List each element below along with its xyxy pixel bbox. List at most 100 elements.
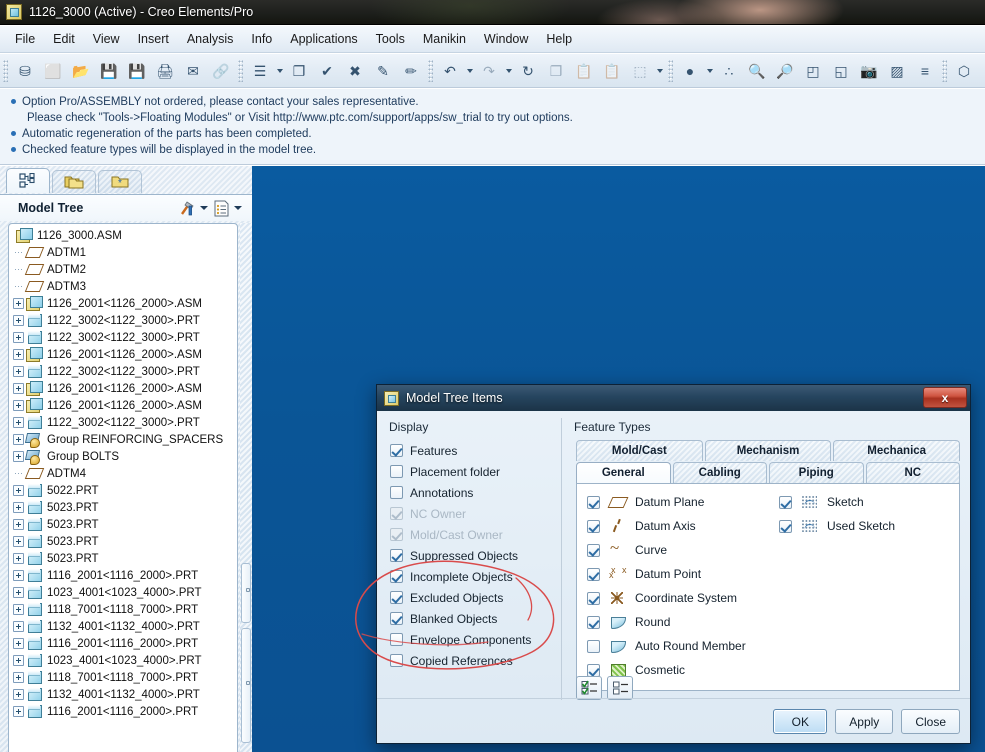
toolbar-grip[interactable] [238, 59, 243, 82]
tree-row[interactable]: 1122_3002<1122_3000>.PRT [9, 414, 237, 431]
feature-type-row[interactable]: Coordinate System [587, 586, 768, 610]
checkbox-datum-plane[interactable] [587, 495, 600, 509]
display-option-row[interactable]: Copied References [390, 650, 557, 671]
print-icon[interactable]: 🖨 [152, 58, 178, 84]
model-tree-filter-icon[interactable]: ☰ [247, 58, 273, 84]
close-icon[interactable]: x [923, 387, 967, 408]
expand-icon[interactable] [13, 604, 24, 615]
feature-type-row[interactable]: Datum Point [587, 562, 768, 586]
tree-row[interactable]: Group REINFORCING_SPACERS [9, 431, 237, 448]
folder-browser-tab[interactable] [52, 170, 96, 193]
expand-icon[interactable] [13, 400, 24, 411]
checkbox-cosmetic[interactable] [587, 663, 600, 677]
tree-row[interactable]: 5022.PRT [9, 482, 237, 499]
tree-row[interactable]: 1116_2001<1116_2000>.PRT [9, 567, 237, 584]
tree-row[interactable]: Group BOLTS [9, 448, 237, 465]
checkbox-round[interactable] [587, 615, 600, 629]
expand-icon[interactable] [13, 689, 24, 700]
new-session-icon[interactable]: ⛁ [12, 58, 38, 84]
model-tree-filter-dropdown-icon[interactable] [274, 58, 285, 84]
tree-row[interactable]: ⋯ ADTM1 [9, 244, 237, 261]
undo-icon[interactable]: ↶ [437, 58, 463, 84]
feature-type-row[interactable]: Used Sketch [779, 514, 959, 538]
display-option-row[interactable]: Incomplete Objects [390, 566, 557, 587]
tree-display-icon[interactable] [210, 198, 232, 218]
close-button[interactable]: Close [901, 709, 960, 734]
appearance-icon[interactable]: ▨ [884, 58, 910, 84]
expand-icon[interactable] [13, 502, 24, 513]
checkbox-copied-references[interactable] [390, 654, 403, 667]
menu-window[interactable]: Window [475, 29, 537, 49]
undo-dropdown-icon[interactable] [464, 58, 475, 84]
menu-insert[interactable]: Insert [129, 29, 178, 49]
annotate-icon[interactable]: ✎ [370, 58, 396, 84]
expand-icon[interactable] [13, 485, 24, 496]
tree-row[interactable]: 1023_4001<1023_4000>.PRT [9, 652, 237, 669]
uncheck-all-button[interactable] [607, 676, 633, 700]
checkbox-auto-round-member[interactable] [587, 639, 600, 653]
tree-row[interactable]: 5023.PRT [9, 499, 237, 516]
checkbox-features[interactable] [390, 444, 403, 457]
tree-row[interactable]: 5023.PRT [9, 533, 237, 550]
tree-row[interactable]: 1132_4001<1132_4000>.PRT [9, 618, 237, 635]
checkbox-excluded-objects[interactable] [390, 591, 403, 604]
expand-icon[interactable] [13, 621, 24, 632]
expand-icon[interactable] [13, 587, 24, 598]
menu-info[interactable]: Info [242, 29, 281, 49]
erase-icon[interactable]: ✏ [398, 58, 424, 84]
expand-icon[interactable] [13, 349, 24, 360]
scrollbar-track-upper[interactable] [241, 563, 251, 623]
model-tree[interactable]: 1126_3000.ASM ⋯ ADTM1 ⋯ ADTM2 ⋯ ADTM3 1126_2001… [8, 223, 238, 752]
display-option-row[interactable]: Excluded Objects [390, 587, 557, 608]
layers-icon[interactable]: ≡ [912, 58, 938, 84]
zoom-in-icon[interactable]: 🔍 [744, 58, 770, 84]
feature-type-row[interactable]: Datum Axis [587, 514, 768, 538]
scrollbar-thumb[interactable] [241, 628, 251, 743]
display-option-row[interactable]: Features [390, 440, 557, 461]
expand-icon[interactable] [13, 315, 24, 326]
spin-center-icon[interactable]: ⬡ [951, 58, 977, 84]
activate-window-icon[interactable]: ✔ [314, 58, 340, 84]
feature-type-row[interactable]: Curve [587, 538, 768, 562]
tree-row[interactable]: 1122_3002<1122_3000>.PRT [9, 329, 237, 346]
checkbox-blanked-objects[interactable] [390, 612, 403, 625]
expand-icon[interactable] [13, 434, 24, 445]
display-style-icon[interactable]: ● [677, 58, 703, 84]
tree-row[interactable]: 1126_2001<1126_2000>.ASM [9, 295, 237, 312]
display-option-row[interactable]: Suppressed Objects [390, 545, 557, 566]
tree-row[interactable]: 5023.PRT [9, 550, 237, 567]
tab-mold-cast[interactable]: Mold/Cast [576, 440, 703, 461]
expand-icon[interactable] [13, 536, 24, 547]
tree-row[interactable]: 1122_3002<1122_3000>.PRT [9, 312, 237, 329]
tab-general[interactable]: General [576, 462, 671, 483]
settings-dropdown-icon[interactable] [198, 198, 210, 218]
model-tree-tab[interactable] [6, 168, 50, 193]
expand-icon[interactable] [13, 451, 24, 462]
menu-edit[interactable]: Edit [44, 29, 84, 49]
tab-piping[interactable]: Piping [769, 462, 864, 483]
tree-row[interactable]: 1023_4001<1023_4000>.PRT [9, 584, 237, 601]
redo-dropdown-icon[interactable] [503, 58, 514, 84]
checkbox-suppressed-objects[interactable] [390, 549, 403, 562]
expand-icon[interactable] [13, 417, 24, 428]
toolbar-grip[interactable] [428, 59, 433, 82]
expand-icon[interactable] [13, 332, 24, 343]
expand-icon[interactable] [13, 570, 24, 581]
expand-icon[interactable] [13, 366, 24, 377]
checkbox-used-sketch[interactable] [779, 519, 792, 533]
expand-icon[interactable] [13, 706, 24, 717]
expand-icon[interactable] [13, 638, 24, 649]
toolbar-grip[interactable] [668, 59, 673, 82]
menu-manikin[interactable]: Manikin [414, 29, 475, 49]
capture-image-icon[interactable]: 📷 [856, 58, 882, 84]
menu-analysis[interactable]: Analysis [178, 29, 243, 49]
favorites-tab[interactable]: * [98, 170, 142, 193]
menu-file[interactable]: File [6, 29, 44, 49]
display-option-row[interactable]: Envelope Components [390, 629, 557, 650]
settings-tool-icon[interactable] [176, 198, 198, 218]
tree-row[interactable]: ⋯ ADTM4 [9, 465, 237, 482]
new-file-icon[interactable]: ⬜ [40, 58, 66, 84]
feature-type-row[interactable]: Auto Round Member [587, 634, 768, 658]
datum-display-icon[interactable]: ∴ [716, 58, 742, 84]
send-mail-icon[interactable]: ✉ [180, 58, 206, 84]
